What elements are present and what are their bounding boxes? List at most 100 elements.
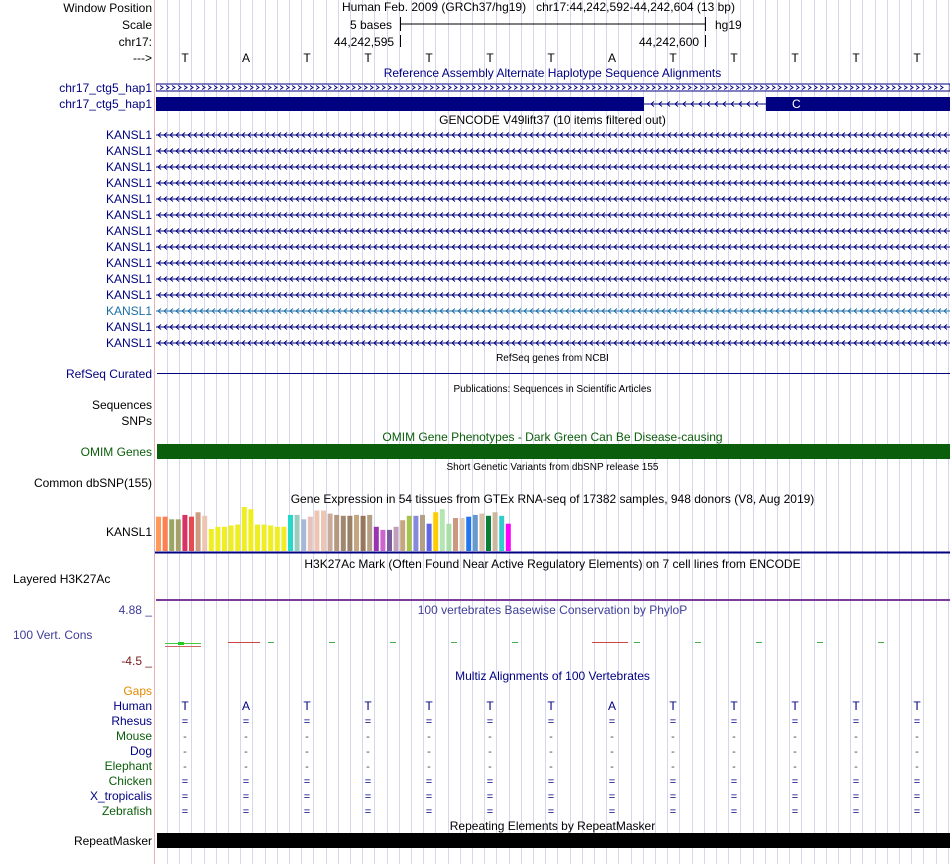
gencode-gene-label[interactable]: KANSL1 bbox=[0, 240, 152, 254]
gencode-gene-label[interactable]: KANSL1 bbox=[0, 192, 152, 206]
gencode-gene-label[interactable]: KANSL1 bbox=[0, 128, 152, 142]
gtex-tissue-bar[interactable] bbox=[340, 515, 346, 551]
gtex-tissue-bar[interactable] bbox=[380, 529, 386, 551]
gtex-tissue-bar[interactable] bbox=[406, 515, 412, 551]
gencode-transcript-line[interactable] bbox=[156, 338, 950, 348]
multiz-alignment-row[interactable]: TATTTTTATTTTT bbox=[0, 699, 950, 714]
gtex-tissue-bar[interactable] bbox=[439, 509, 445, 551]
gtex-tissue-bar[interactable] bbox=[360, 515, 366, 551]
gtex-bar-chart[interactable] bbox=[155, 506, 950, 554]
gtex-tissue-bar[interactable] bbox=[486, 515, 491, 551]
gtex-tissue-bar[interactable] bbox=[228, 525, 234, 551]
gtex-tissue-bar[interactable] bbox=[156, 516, 161, 551]
omim-label[interactable]: OMIM Genes bbox=[0, 445, 152, 459]
gtex-tissue-bar[interactable] bbox=[189, 516, 194, 551]
gencode-gene-label[interactable]: KANSL1 bbox=[0, 176, 152, 190]
multiz-alignment-row[interactable]: ------------- bbox=[0, 729, 950, 744]
gtex-tissue-bar[interactable] bbox=[235, 524, 241, 551]
gtex-tissue-bar[interactable] bbox=[347, 515, 353, 551]
gtex-tissue-bar[interactable] bbox=[400, 520, 406, 551]
gencode-transcript-line[interactable] bbox=[156, 130, 950, 140]
gencode-gene-label[interactable]: KANSL1 bbox=[0, 208, 152, 222]
gtex-tissue-bar[interactable] bbox=[288, 514, 293, 551]
gencode-gene-label[interactable]: KANSL1 bbox=[0, 336, 152, 350]
phylop-track[interactable] bbox=[156, 636, 950, 652]
publications-snps-label[interactable]: SNPs bbox=[0, 414, 152, 428]
gtex-tissue-bar[interactable] bbox=[492, 512, 498, 551]
gtex-tissue-bar[interactable] bbox=[505, 523, 511, 551]
gencode-gene-label[interactable]: KANSL1 bbox=[0, 224, 152, 238]
gencode-transcript-line[interactable] bbox=[156, 226, 950, 236]
gtex-tissue-bar[interactable] bbox=[162, 516, 168, 551]
gencode-transcript-line[interactable] bbox=[156, 146, 950, 156]
gtex-tissue-bar[interactable] bbox=[169, 519, 175, 551]
publications-sequences-label[interactable]: Sequences bbox=[0, 398, 152, 412]
gtex-tissue-bar[interactable] bbox=[334, 514, 340, 551]
gtex-tissue-bar[interactable] bbox=[453, 518, 458, 551]
gtex-tissue-bar[interactable] bbox=[175, 519, 181, 551]
gencode-transcript-line[interactable] bbox=[156, 194, 950, 204]
gtex-tissue-bar[interactable] bbox=[255, 524, 260, 551]
gtex-tissue-bar[interactable] bbox=[446, 523, 452, 551]
gtex-tissue-bar[interactable] bbox=[281, 526, 287, 551]
multiz-alignment-row[interactable]: ------------- bbox=[0, 759, 950, 774]
dbsnp-title[interactable]: Short Genetic Variants from dbSNP releas… bbox=[155, 461, 950, 475]
gtex-tissue-bar[interactable] bbox=[426, 523, 432, 551]
gencode-transcript-line[interactable] bbox=[156, 242, 950, 252]
alt-haplotype-title[interactable]: Reference Assembly Alternate Haplotype S… bbox=[155, 66, 950, 80]
multiz-alignment-row[interactable]: ------------- bbox=[0, 744, 950, 759]
gtex-tissue-bar[interactable] bbox=[459, 518, 465, 551]
gtex-tissue-bar[interactable] bbox=[195, 512, 201, 551]
gencode-transcript-line[interactable] bbox=[156, 178, 950, 188]
phylop-title[interactable]: 100 vertebrates Basewise Conservation by… bbox=[155, 603, 950, 617]
gencode-transcript-line[interactable] bbox=[156, 290, 950, 300]
multiz-alignment-row[interactable]: = = = = = = = = = = = = = bbox=[0, 789, 950, 804]
gtex-tissue-bar[interactable] bbox=[373, 526, 379, 551]
omim-track-bar[interactable] bbox=[157, 444, 950, 459]
h3k27ac-label[interactable]: Layered H3K27Ac bbox=[0, 572, 110, 586]
refseq-title[interactable]: RefSeq genes from NCBI bbox=[155, 352, 950, 366]
alt-haplotype-label-1[interactable]: chr17_ctg5_hap1 bbox=[0, 81, 152, 95]
gtex-tissue-bar[interactable] bbox=[393, 526, 399, 551]
gtex-gene-label[interactable]: KANSL1 bbox=[0, 525, 152, 539]
multiz-alignment-row[interactable]: = = = = = = = = = = = = = bbox=[0, 774, 950, 789]
dbsnp-label[interactable]: Common dbSNP(155) bbox=[0, 476, 152, 490]
publications-title[interactable]: Publications: Sequences in Scientific Ar… bbox=[155, 383, 950, 397]
gencode-gene-label[interactable]: KANSL1 bbox=[0, 160, 152, 174]
gtex-tissue-bar[interactable] bbox=[433, 512, 439, 551]
gtex-tissue-bar[interactable] bbox=[387, 529, 392, 551]
gtex-tissue-bar[interactable] bbox=[499, 515, 505, 551]
gencode-gene-label[interactable]: KANSL1 bbox=[0, 144, 152, 158]
multiz-alignment-row[interactable]: = = = = = = = = = = = = = bbox=[0, 804, 950, 819]
gtex-tissue-bar[interactable] bbox=[413, 515, 419, 551]
gencode-gene-label[interactable]: KANSL1 bbox=[0, 288, 152, 302]
h3k27ac-title[interactable]: H3K27Ac Mark (Often Found Near Active Re… bbox=[155, 557, 950, 571]
gtex-tissue-bar[interactable] bbox=[202, 515, 208, 551]
gtex-tissue-bar[interactable] bbox=[241, 507, 247, 551]
refseq-track-line[interactable] bbox=[157, 373, 950, 374]
gtex-tissue-bar[interactable] bbox=[222, 526, 227, 551]
gtex-tissue-bar[interactable] bbox=[466, 516, 472, 551]
repeatmasker-title[interactable]: Repeating Elements by RepeatMasker bbox=[155, 819, 950, 833]
refseq-label[interactable]: RefSeq Curated bbox=[0, 367, 152, 381]
gencode-gene-label[interactable]: KANSL1 bbox=[0, 320, 152, 334]
multiz-title[interactable]: Multiz Alignments of 100 Vertebrates bbox=[155, 669, 950, 683]
repeatmasker-label[interactable]: RepeatMasker bbox=[0, 834, 152, 848]
multiz-alignment-row[interactable]: = = = = = = = = = = = = = bbox=[0, 714, 950, 729]
gtex-tissue-bar[interactable] bbox=[274, 526, 280, 551]
gencode-title[interactable]: GENCODE V49lift37 (10 items filtered out… bbox=[155, 113, 950, 127]
alt-haplotype-track[interactable] bbox=[156, 82, 950, 112]
gencode-transcript-line[interactable] bbox=[156, 306, 950, 316]
gtex-tissue-bar[interactable] bbox=[479, 513, 485, 551]
gtex-tissue-bar[interactable] bbox=[327, 513, 333, 551]
gtex-tissue-bar[interactable] bbox=[215, 526, 221, 551]
gtex-tissue-bar[interactable] bbox=[314, 510, 320, 551]
omim-title[interactable]: OMIM Gene Phenotypes - Dark Green Can Be… bbox=[155, 430, 950, 444]
gencode-transcript-line[interactable] bbox=[156, 274, 950, 284]
gtex-tissue-bar[interactable] bbox=[472, 514, 478, 551]
gtex-tissue-bar[interactable] bbox=[261, 524, 267, 551]
gtex-tissue-bar[interactable] bbox=[420, 514, 425, 551]
repeatmasker-track-bar[interactable] bbox=[157, 833, 950, 848]
gtex-tissue-bar[interactable] bbox=[307, 516, 313, 551]
alt-haplotype-label-2[interactable]: chr17_ctg5_hap1 bbox=[0, 97, 152, 111]
